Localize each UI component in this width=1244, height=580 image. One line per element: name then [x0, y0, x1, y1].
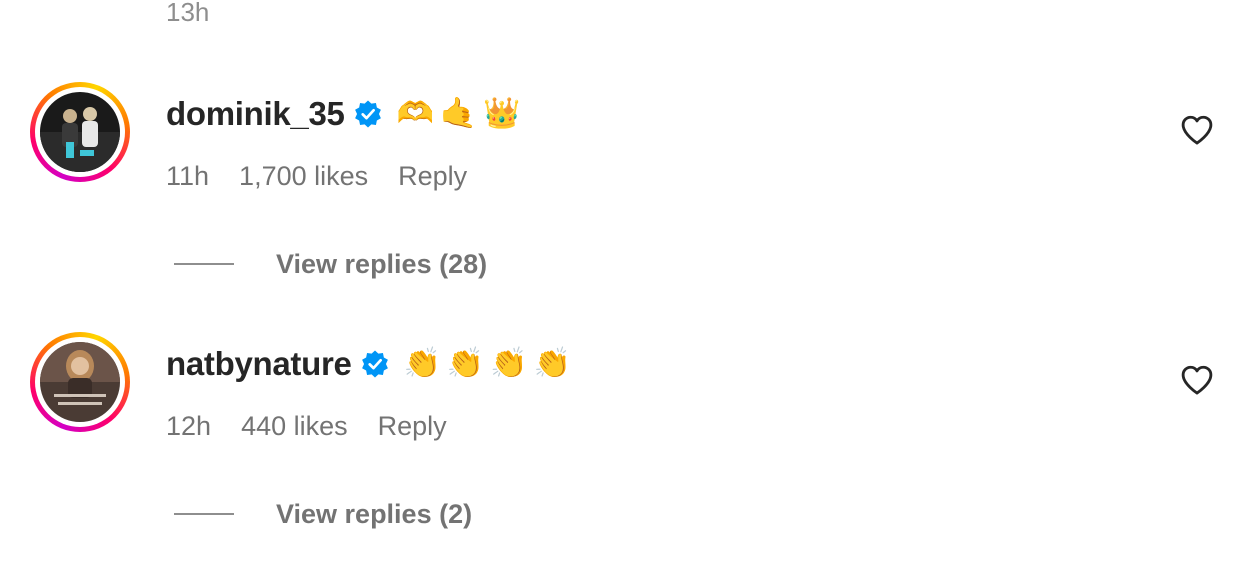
comment-header: dominik_35 🫶🤙👑: [166, 92, 527, 136]
avatar-ring-gap: [35, 337, 125, 427]
comment-timestamp: 12h: [166, 410, 212, 441]
avatar[interactable]: [40, 342, 120, 422]
avatar-story-ring[interactable]: [30, 82, 130, 182]
like-button[interactable]: [1180, 114, 1214, 146]
view-replies-label: View replies (28): [276, 248, 488, 279]
heart-outline-icon: [1181, 115, 1213, 145]
username[interactable]: dominik_35: [166, 95, 345, 133]
view-replies-label: View replies (2): [276, 498, 473, 529]
avatar-image: [40, 92, 120, 172]
previous-comment-timestamp: 13h: [166, 0, 210, 27]
comment-timestamp: 11h: [166, 160, 210, 191]
avatar-story-ring[interactable]: [30, 332, 130, 432]
reply-button[interactable]: Reply: [378, 411, 447, 442]
replies-divider-line: [174, 513, 234, 515]
reply-button[interactable]: Reply: [398, 161, 467, 192]
heart-outline-icon: [1181, 365, 1213, 395]
view-replies-button[interactable]: View replies (2): [174, 494, 472, 534]
avatar[interactable]: [40, 92, 120, 172]
avatar-ring-gap: [35, 87, 125, 177]
comment-header: natbynature 👏👏👏👏: [166, 342, 577, 386]
comment-item: dominik_35 🫶🤙👑 11h 1,700 likes Reply Vie…: [0, 80, 1244, 330]
avatar-image: [40, 342, 120, 422]
comment-meta: 12h 440 likes Reply: [166, 406, 477, 446]
comment-item: natbynature 👏👏👏👏 12h 440 likes Reply Vie…: [0, 330, 1244, 580]
view-replies-button[interactable]: View replies (28): [174, 244, 487, 284]
comment-text: 🫶🤙👑: [396, 97, 527, 130]
comment-text: 👏👏👏👏: [403, 347, 577, 380]
comment-meta: 11h 1,700 likes Reply: [166, 156, 497, 196]
verified-badge-icon: [353, 99, 383, 129]
like-count[interactable]: 440 likes: [241, 411, 348, 442]
username[interactable]: natbynature: [166, 345, 352, 383]
verified-badge-icon: [360, 349, 390, 379]
replies-divider-line: [174, 263, 234, 265]
like-count[interactable]: 1,700 likes: [239, 161, 368, 192]
like-button[interactable]: [1180, 364, 1214, 396]
